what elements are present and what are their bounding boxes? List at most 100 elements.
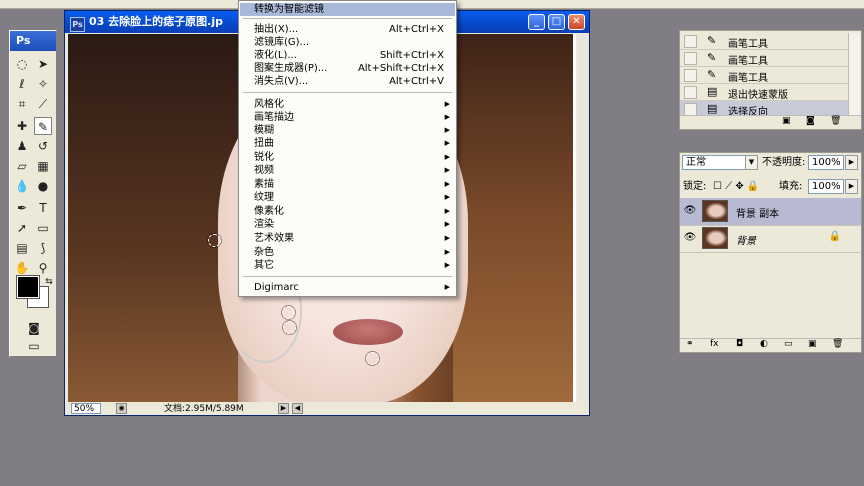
menu-item-convert-smart-filter[interactable]: 转换为智能滤镜 <box>240 3 455 16</box>
eye-icon[interactable]: 👁 <box>683 231 697 245</box>
delete-state-icon[interactable]: 🗑 <box>830 116 841 126</box>
menu-item-artistic[interactable]: 艺术效果 ▶ <box>240 232 455 245</box>
fill-field[interactable]: 100% <box>808 179 844 194</box>
status-menu-icon[interactable]: ◉ <box>116 403 127 414</box>
menu-item-noise[interactable]: 杂色 ▶ <box>240 246 455 259</box>
history-brush-tool-icon[interactable]: ↺ <box>34 137 52 155</box>
menu-item-liquify[interactable]: 液化(L)... Shift+Ctrl+X <box>240 49 455 62</box>
history-scrollbar[interactable] <box>848 33 860 115</box>
type-tool-icon[interactable]: T <box>34 199 52 217</box>
menu-item-digimarc[interactable]: Digimarc ▶ <box>240 281 455 294</box>
eye-icon[interactable]: 👁 <box>683 204 697 218</box>
brush-icon: ✎ <box>707 51 717 64</box>
menu-item-blur[interactable]: 模糊 ▶ <box>240 124 455 137</box>
history-source-checkbox[interactable] <box>684 69 697 82</box>
eraser-tool-icon[interactable]: ▱ <box>13 157 31 175</box>
new-snapshot-icon[interactable]: ◙ <box>806 116 815 126</box>
menu-item-sharpen[interactable]: 锐化 ▶ <box>240 151 455 164</box>
history-item[interactable]: ✎ 画笔工具 <box>680 67 848 84</box>
slice-tool-icon[interactable]: ⟋ <box>34 95 52 113</box>
mole-selection[interactable] <box>366 352 379 365</box>
lock-icons[interactable]: ☐ ⟋ ✥ 🔒 <box>713 179 759 194</box>
new-document-from-state-icon[interactable]: ▣ <box>782 116 791 126</box>
history-item[interactable]: ✎ 画笔工具 <box>680 33 848 50</box>
chevron-down-icon[interactable]: ▼ <box>745 155 758 170</box>
move-tool-icon[interactable]: ➤ <box>34 55 52 73</box>
menu-item-extract[interactable]: 抽出(X)... Alt+Ctrl+X <box>240 23 455 36</box>
layer-thumbnail <box>702 200 728 222</box>
menu-item-sketch[interactable]: 素描 ▶ <box>240 178 455 191</box>
menu-item-pattern-maker[interactable]: 图案生成器(P)... Alt+Shift+Ctrl+X <box>240 62 455 75</box>
mole-selection[interactable] <box>282 306 295 319</box>
history-source-checkbox[interactable] <box>684 86 697 99</box>
quick-mask-icon[interactable]: ◙ <box>25 319 43 337</box>
document-icon: ▤ <box>707 85 718 98</box>
marquee-tool-icon[interactable]: ◌ <box>13 55 31 73</box>
minimize-button[interactable]: _ <box>528 14 545 30</box>
layer-style-icon[interactable]: fx <box>710 339 719 349</box>
submenu-arrow-icon: ▶ <box>444 126 450 134</box>
submenu-arrow-icon: ▶ <box>444 113 450 121</box>
magic-wand-tool-icon[interactable]: ✧ <box>34 75 52 93</box>
menu-item-video[interactable]: 视频 ▶ <box>240 164 455 177</box>
opacity-arrow-icon[interactable]: ▶ <box>845 155 858 170</box>
screen-mode-icon[interactable]: ▭ <box>25 337 43 355</box>
link-layers-icon[interactable]: ⚭ <box>686 339 694 349</box>
mole-selection[interactable] <box>208 234 221 247</box>
add-mask-icon[interactable]: ◘ <box>736 339 743 349</box>
document-title: 03 去除脸上的痣子原图.jp <box>89 15 223 28</box>
opacity-field[interactable]: 100% <box>808 155 844 170</box>
notes-tool-icon[interactable]: ▤ <box>13 239 31 257</box>
maximize-button[interactable]: □ <box>548 14 565 30</box>
menu-item-filter-gallery[interactable]: 滤镜库(G)... <box>240 36 455 49</box>
menu-item-distort[interactable]: 扭曲 ▶ <box>240 137 455 150</box>
menu-item-stylize[interactable]: 风格化 ▶ <box>240 98 455 111</box>
blur-tool-icon[interactable]: 💧 <box>13 177 31 195</box>
menu-item-other[interactable]: 其它 ▶ <box>240 259 455 272</box>
menu-item-pixelate[interactable]: 像素化 ▶ <box>240 205 455 218</box>
history-item[interactable]: ▤ 退出快速蒙版 <box>680 84 848 101</box>
zoom-field[interactable]: 50% <box>71 403 101 414</box>
fill-label: 填充: <box>779 181 803 192</box>
new-group-icon[interactable]: ▭ <box>784 339 793 349</box>
scroll-left-icon[interactable]: ◀ <box>292 403 303 414</box>
adjustment-layer-icon[interactable]: ◐ <box>760 339 768 349</box>
blend-mode-select[interactable]: 正常 <box>682 155 746 170</box>
crop-tool-icon[interactable]: ⌗ <box>13 95 31 113</box>
ps-doc-icon: Ps <box>70 17 85 32</box>
dodge-tool-icon[interactable]: ● <box>34 177 52 195</box>
status-arrow-icon[interactable]: ▶ <box>278 403 289 414</box>
pen-tool-icon[interactable]: ✒ <box>13 199 31 217</box>
layer-row[interactable]: 👁 背景 🔒 <box>680 225 861 253</box>
delete-layer-icon[interactable]: 🗑 <box>832 339 843 349</box>
hair-left <box>68 34 238 402</box>
gradient-tool-icon[interactable]: ▦ <box>34 157 52 175</box>
hand-tool-icon[interactable]: ✋ <box>13 259 31 277</box>
shape-tool-icon[interactable]: ▭ <box>34 219 52 237</box>
close-button[interactable]: ✕ <box>568 14 585 30</box>
history-item[interactable]: ✎ 画笔工具 <box>680 50 848 67</box>
history-source-checkbox[interactable] <box>684 35 697 48</box>
lasso-tool-icon[interactable]: ℓ <box>13 75 31 93</box>
swap-colors-icon[interactable]: ⇆ <box>40 273 58 291</box>
healing-brush-tool-icon[interactable]: ✚ <box>13 117 31 135</box>
layer-row[interactable]: 👁 背景 副本 <box>680 198 861 226</box>
eyedropper-tool-icon[interactable]: ⟆ <box>34 239 52 257</box>
document-vertical-scrollbar[interactable] <box>578 34 589 402</box>
menu-item-brush-strokes[interactable]: 画笔描边 ▶ <box>240 111 455 124</box>
hair-right <box>453 34 573 402</box>
fill-arrow-icon[interactable]: ▶ <box>845 179 858 194</box>
path-selection-tool-icon[interactable]: ➚ <box>13 219 31 237</box>
foreground-color-swatch[interactable] <box>17 276 39 298</box>
menu-item-render[interactable]: 渲染 ▶ <box>240 218 455 231</box>
clone-stamp-tool-icon[interactable]: ♟ <box>13 137 31 155</box>
submenu-arrow-icon: ▶ <box>444 261 450 269</box>
new-layer-icon[interactable]: ▣ <box>808 339 817 349</box>
brush-icon: ✎ <box>707 68 717 81</box>
history-source-checkbox[interactable] <box>684 52 697 65</box>
brush-tool-icon[interactable]: ✎ <box>34 117 52 135</box>
submenu-arrow-icon: ▶ <box>444 100 450 108</box>
mole-selection[interactable] <box>283 321 296 334</box>
menu-item-vanishing-point[interactable]: 消失点(V)... Alt+Ctrl+V <box>240 75 455 88</box>
menu-item-texture[interactable]: 纹理 ▶ <box>240 191 455 204</box>
